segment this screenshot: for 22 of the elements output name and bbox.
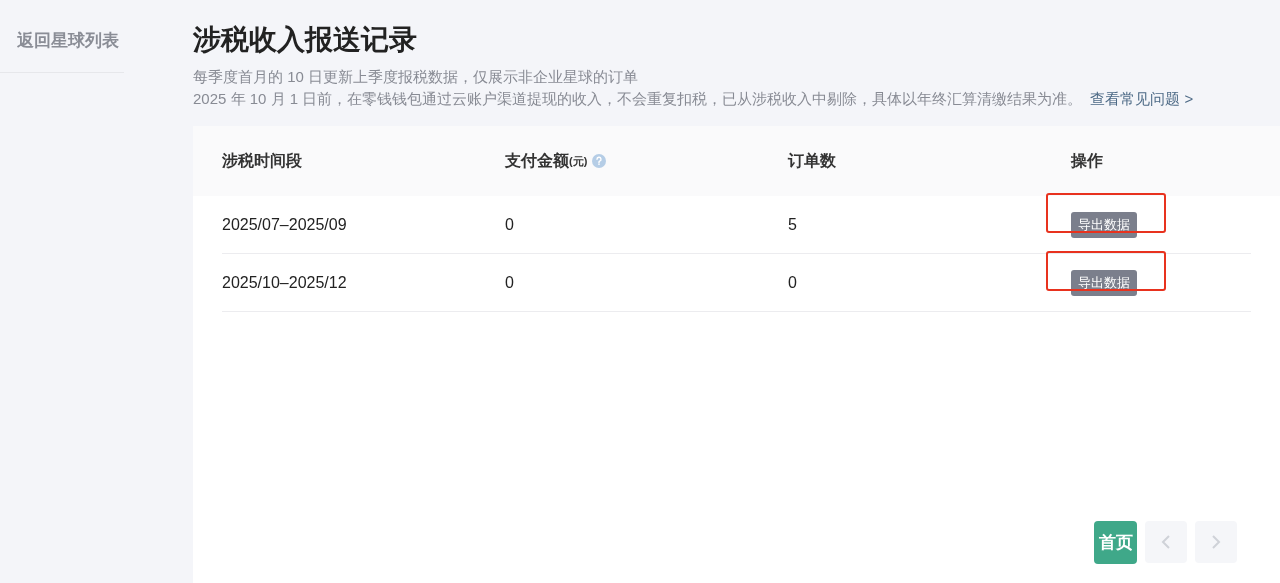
- help-icon[interactable]: [592, 154, 607, 168]
- note-text: 每季度首月的 10 日更新上季度报税数据，仅展示非企业星球的订单: [193, 68, 639, 85]
- column-header: 涉税时间段: [222, 151, 302, 171]
- chevron-left-icon: [1161, 534, 1171, 550]
- table-cell: 0: [505, 273, 514, 291]
- table-cell: 5: [788, 215, 797, 233]
- first-page-button[interactable]: 首页: [1094, 521, 1137, 564]
- note-text: 2025 年 10 月 1 日前，在零钱钱包通过云账户渠道提现的收入，不会重复扣税，已从涉税收入中剔除，具体以年终汇算清缴结果为准。: [193, 90, 1083, 107]
- table-cell: 2025/07–2025/09: [222, 215, 347, 233]
- back-link[interactable]: 返回星球列表: [17, 31, 119, 50]
- page-title: 涉税收入报送记录: [193, 23, 418, 57]
- unit-text: (元): [569, 154, 588, 168]
- faq-link[interactable]: 查看常见问题 >: [1090, 90, 1194, 107]
- export-button[interactable]: 导出数据: [1071, 211, 1137, 238]
- column-header: 支付金额: [505, 151, 569, 171]
- table-cell: 2025/10–2025/12: [222, 273, 347, 291]
- table-cell: 0: [788, 273, 797, 291]
- chevron-right-icon: [1211, 534, 1221, 550]
- table-cell: 0: [505, 215, 514, 233]
- column-header: 操作: [1071, 151, 1103, 171]
- export-button[interactable]: 导出数据: [1071, 269, 1137, 296]
- column-header: 订单数: [788, 151, 836, 171]
